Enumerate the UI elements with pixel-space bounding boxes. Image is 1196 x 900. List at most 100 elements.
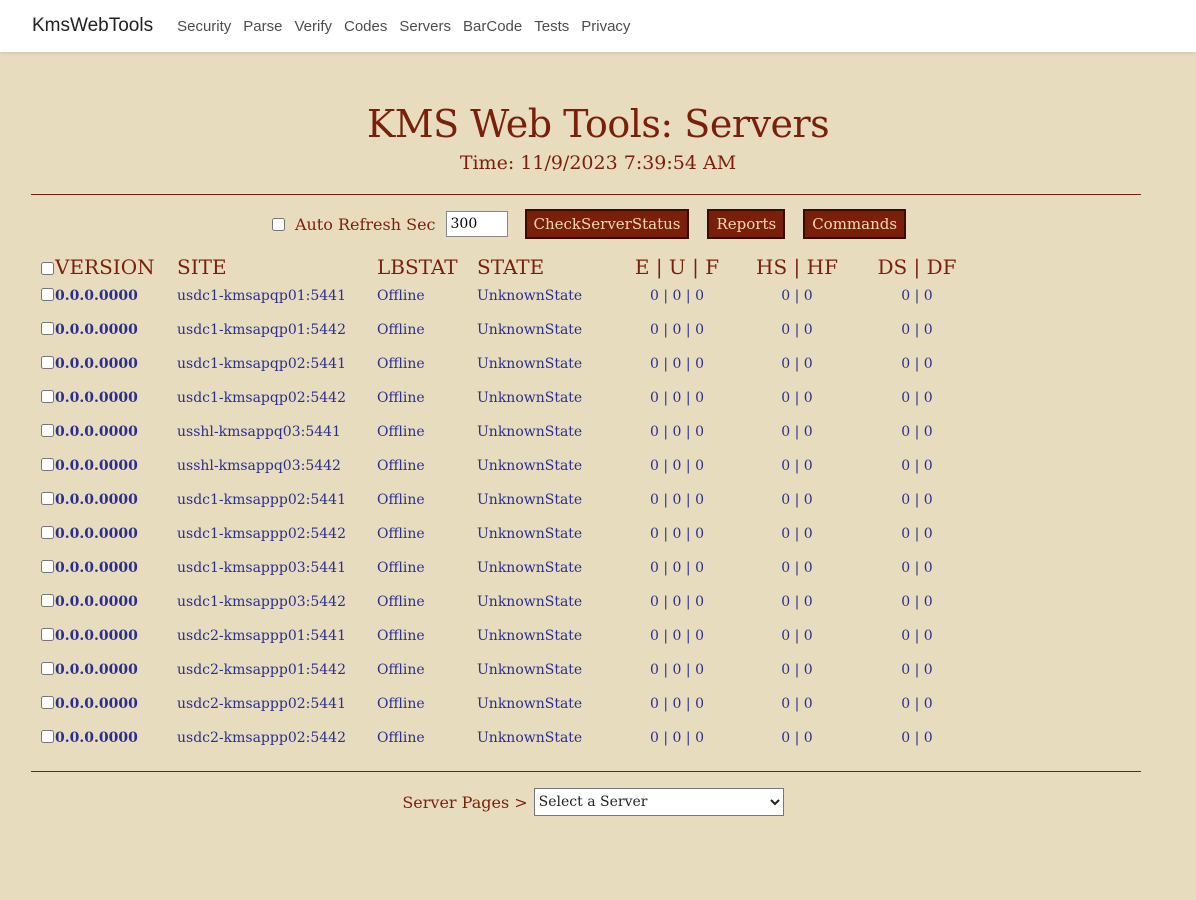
euf-counts[interactable]: 0 | 0 | 0 — [650, 662, 704, 678]
lbstat-link[interactable]: Offline — [377, 458, 425, 474]
row-select-checkbox[interactable] — [41, 594, 54, 607]
lbstat-link[interactable]: Offline — [377, 662, 425, 678]
dsdf-counts[interactable]: 0 | 0 — [901, 560, 932, 576]
hshf-counts[interactable]: 0 | 0 — [781, 356, 812, 372]
row-select-checkbox[interactable] — [41, 390, 54, 403]
version-link[interactable]: 0.0.0.0000 — [55, 424, 138, 440]
site-link[interactable]: usdc1-kmsappp03:5442 — [177, 594, 346, 610]
hshf-counts[interactable]: 0 | 0 — [781, 390, 812, 406]
euf-counts[interactable]: 0 | 0 | 0 — [650, 492, 704, 508]
dsdf-counts[interactable]: 0 | 0 — [901, 356, 932, 372]
check-server-status-button[interactable]: CheckServerStatus — [524, 209, 690, 239]
site-link[interactable]: usdc1-kmsapqp01:5442 — [177, 322, 346, 338]
site-link[interactable]: usdc2-kmsappp02:5441 — [177, 696, 346, 712]
nav-item-verify[interactable]: Verify — [294, 18, 332, 35]
version-link[interactable]: 0.0.0.0000 — [55, 492, 138, 508]
row-select-checkbox[interactable] — [41, 356, 54, 369]
commands-button[interactable]: Commands — [803, 209, 907, 239]
hshf-counts[interactable]: 0 | 0 — [781, 628, 812, 644]
row-select-checkbox[interactable] — [41, 560, 54, 573]
lbstat-link[interactable]: Offline — [377, 424, 425, 440]
row-select-checkbox[interactable] — [41, 628, 54, 641]
nav-item-barcode[interactable]: BarCode — [463, 18, 522, 35]
euf-counts[interactable]: 0 | 0 | 0 — [650, 730, 704, 746]
dsdf-counts[interactable]: 0 | 0 — [901, 628, 932, 644]
lbstat-link[interactable]: Offline — [377, 322, 425, 338]
euf-counts[interactable]: 0 | 0 | 0 — [650, 424, 704, 440]
state-link[interactable]: UnknownState — [477, 390, 582, 406]
euf-counts[interactable]: 0 | 0 | 0 — [650, 356, 704, 372]
euf-counts[interactable]: 0 | 0 | 0 — [650, 560, 704, 576]
dsdf-counts[interactable]: 0 | 0 — [901, 696, 932, 712]
site-link[interactable]: usshl-kmsappq03:5441 — [177, 424, 341, 440]
brand-link[interactable]: KmsWebTools — [32, 15, 153, 37]
euf-counts[interactable]: 0 | 0 | 0 — [650, 390, 704, 406]
euf-counts[interactable]: 0 | 0 | 0 — [650, 594, 704, 610]
version-link[interactable]: 0.0.0.0000 — [55, 322, 138, 338]
lbstat-link[interactable]: Offline — [377, 730, 425, 746]
dsdf-counts[interactable]: 0 | 0 — [901, 594, 932, 610]
state-link[interactable]: UnknownState — [477, 492, 582, 508]
hshf-counts[interactable]: 0 | 0 — [781, 424, 812, 440]
site-link[interactable]: usdc2-kmsappp02:5442 — [177, 730, 346, 746]
euf-counts[interactable]: 0 | 0 | 0 — [650, 322, 704, 338]
lbstat-link[interactable]: Offline — [377, 696, 425, 712]
version-link[interactable]: 0.0.0.0000 — [55, 560, 138, 576]
version-link[interactable]: 0.0.0.0000 — [55, 594, 138, 610]
version-link[interactable]: 0.0.0.0000 — [55, 356, 138, 372]
reports-button[interactable]: Reports — [707, 209, 786, 239]
state-link[interactable]: UnknownState — [477, 594, 582, 610]
lbstat-link[interactable]: Offline — [377, 628, 425, 644]
site-link[interactable]: usdc1-kmsapqp01:5441 — [177, 288, 346, 304]
nav-item-tests[interactable]: Tests — [534, 18, 569, 35]
site-link[interactable]: usdc1-kmsappp02:5442 — [177, 526, 346, 542]
row-select-checkbox[interactable] — [41, 662, 54, 675]
site-link[interactable]: usdc2-kmsappp01:5442 — [177, 662, 346, 678]
state-link[interactable]: UnknownState — [477, 322, 582, 338]
site-link[interactable]: usdc1-kmsappp02:5441 — [177, 492, 346, 508]
version-link[interactable]: 0.0.0.0000 — [55, 288, 138, 304]
euf-counts[interactable]: 0 | 0 | 0 — [650, 288, 704, 304]
version-link[interactable]: 0.0.0.0000 — [55, 458, 138, 474]
hshf-counts[interactable]: 0 | 0 — [781, 730, 812, 746]
euf-counts[interactable]: 0 | 0 | 0 — [650, 526, 704, 542]
state-link[interactable]: UnknownState — [477, 356, 582, 372]
hshf-counts[interactable]: 0 | 0 — [781, 662, 812, 678]
dsdf-counts[interactable]: 0 | 0 — [901, 492, 932, 508]
row-select-checkbox[interactable] — [41, 424, 54, 437]
row-select-checkbox[interactable] — [41, 458, 54, 471]
nav-item-codes[interactable]: Codes — [344, 18, 387, 35]
version-link[interactable]: 0.0.0.0000 — [55, 628, 138, 644]
lbstat-link[interactable]: Offline — [377, 390, 425, 406]
version-link[interactable]: 0.0.0.0000 — [55, 390, 138, 406]
dsdf-counts[interactable]: 0 | 0 — [901, 526, 932, 542]
nav-item-security[interactable]: Security — [177, 18, 231, 35]
state-link[interactable]: UnknownState — [477, 696, 582, 712]
state-link[interactable]: UnknownState — [477, 560, 582, 576]
euf-counts[interactable]: 0 | 0 | 0 — [650, 458, 704, 474]
site-link[interactable]: usdc2-kmsappp01:5441 — [177, 628, 346, 644]
lbstat-link[interactable]: Offline — [377, 560, 425, 576]
dsdf-counts[interactable]: 0 | 0 — [901, 322, 932, 338]
row-select-checkbox[interactable] — [41, 322, 54, 335]
euf-counts[interactable]: 0 | 0 | 0 — [650, 696, 704, 712]
nav-item-privacy[interactable]: Privacy — [581, 18, 630, 35]
nav-item-servers[interactable]: Servers — [399, 18, 451, 35]
row-select-checkbox[interactable] — [41, 288, 54, 301]
version-link[interactable]: 0.0.0.0000 — [55, 696, 138, 712]
hshf-counts[interactable]: 0 | 0 — [781, 458, 812, 474]
lbstat-link[interactable]: Offline — [377, 594, 425, 610]
row-select-checkbox[interactable] — [41, 492, 54, 505]
auto-refresh-seconds-input[interactable] — [445, 211, 508, 237]
state-link[interactable]: UnknownState — [477, 458, 582, 474]
state-link[interactable]: UnknownState — [477, 526, 582, 542]
state-link[interactable]: UnknownState — [477, 288, 582, 304]
row-select-checkbox[interactable] — [41, 730, 54, 743]
dsdf-counts[interactable]: 0 | 0 — [901, 424, 932, 440]
site-link[interactable]: usshl-kmsappq03:5442 — [177, 458, 341, 474]
lbstat-link[interactable]: Offline — [377, 492, 425, 508]
hshf-counts[interactable]: 0 | 0 — [781, 288, 812, 304]
hshf-counts[interactable]: 0 | 0 — [781, 594, 812, 610]
lbstat-link[interactable]: Offline — [377, 288, 425, 304]
dsdf-counts[interactable]: 0 | 0 — [901, 662, 932, 678]
